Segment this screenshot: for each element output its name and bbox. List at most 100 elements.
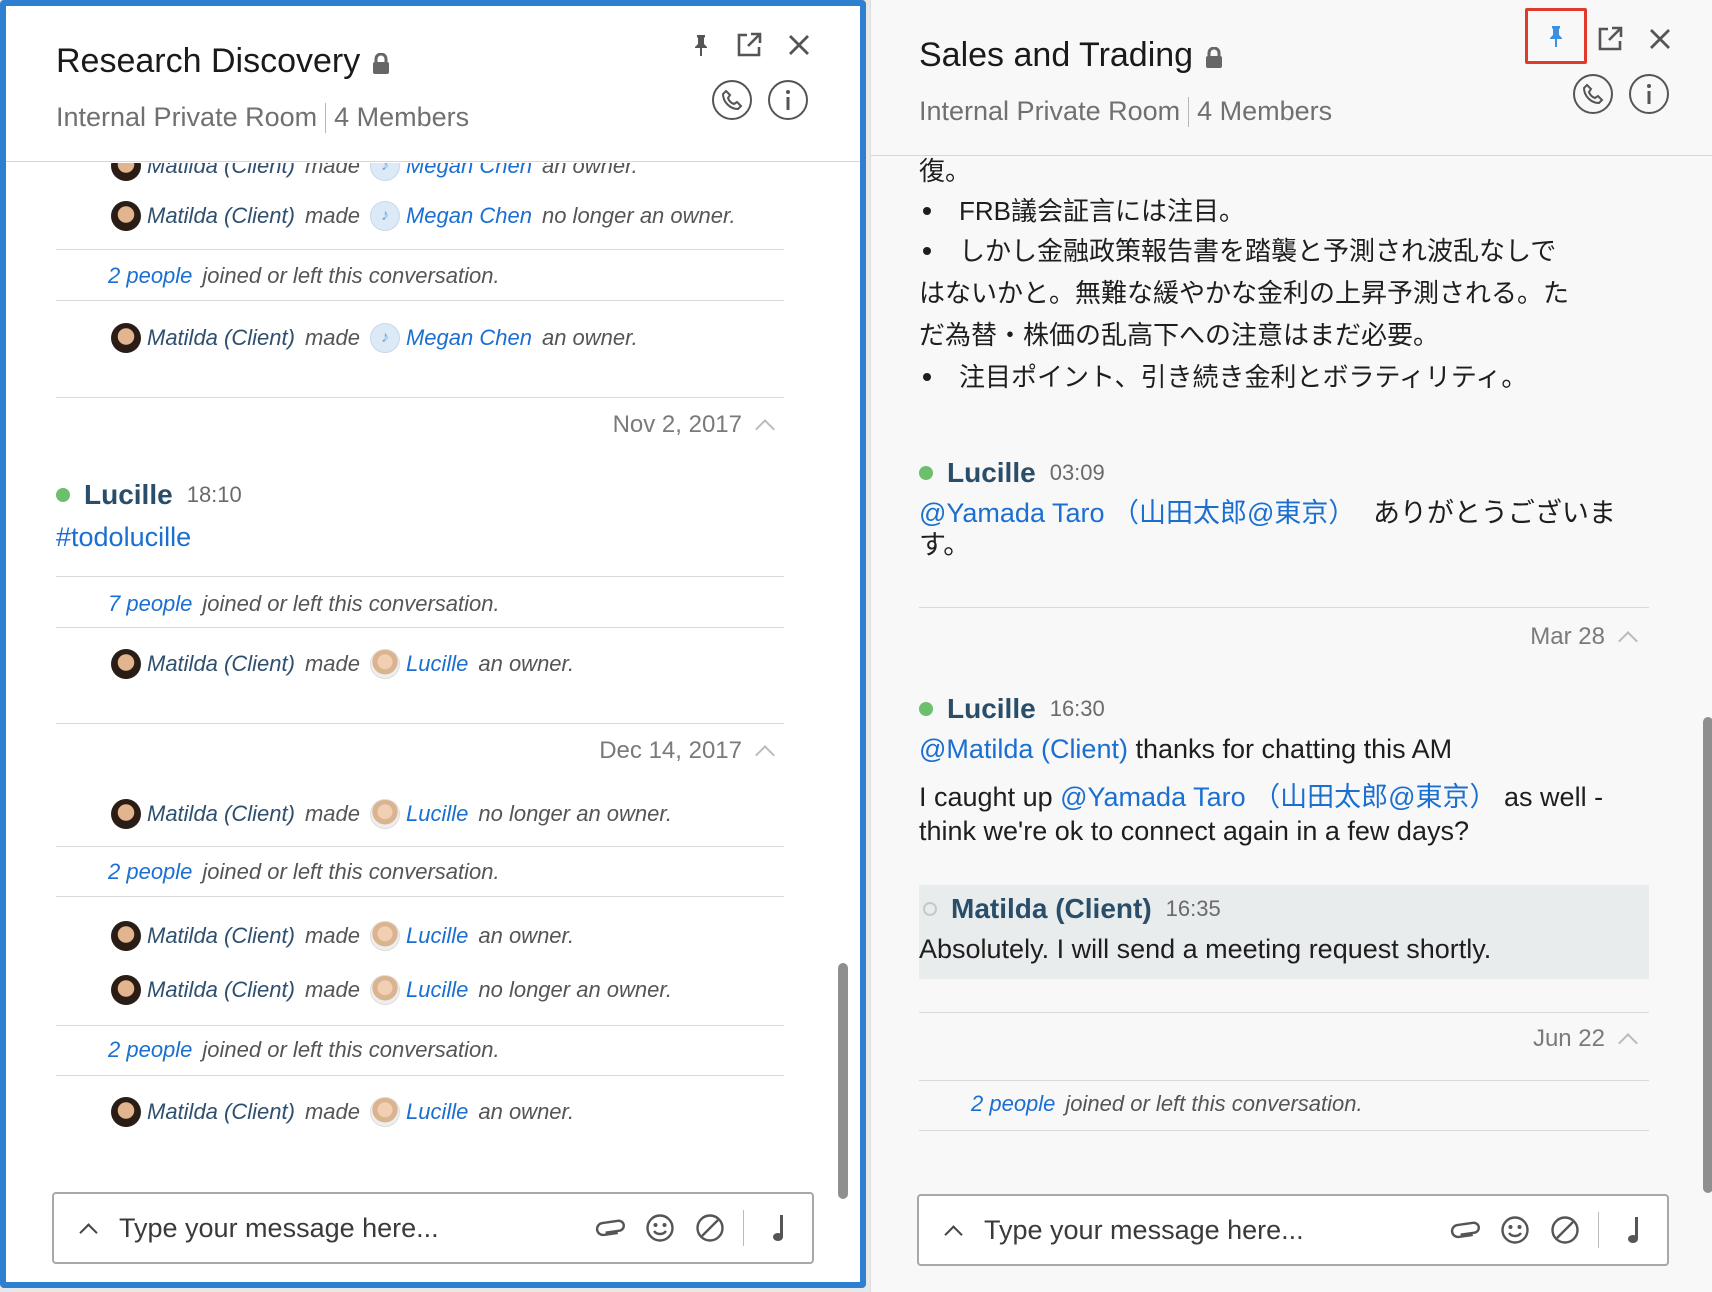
message-author[interactable]: Lucille <box>947 457 1036 489</box>
divider <box>919 1080 1649 1081</box>
chevron-up-icon <box>755 419 775 439</box>
user-link[interactable]: Lucille <box>406 1099 468 1125</box>
pin-button[interactable] <box>686 30 716 60</box>
attach-button[interactable] <box>593 1211 627 1245</box>
system-event-row: Matilda (Client) made Lucille an owner. <box>111 1095 784 1129</box>
chevron-up-icon[interactable] <box>79 1222 98 1242</box>
close-button[interactable] <box>1643 22 1677 56</box>
event-text: no longer an owner. <box>541 203 736 228</box>
call-button[interactable] <box>1573 74 1613 114</box>
avatar <box>111 799 141 829</box>
mention-link[interactable]: @Matilda (Client) <box>919 734 1128 764</box>
date-label: Nov 2, 2017 <box>612 411 742 438</box>
people-link[interactable]: 2 people <box>108 263 192 289</box>
hashtag-link[interactable]: #todolucille <box>56 522 191 552</box>
room-title-text: Research Discovery <box>56 42 361 80</box>
info-button[interactable] <box>768 80 808 120</box>
message-input[interactable] <box>119 1212 593 1244</box>
offline-status-dot <box>923 902 937 916</box>
scrollbar-thumb[interactable] <box>1703 717 1712 1193</box>
message-header: Matilda (Client) 16:35 <box>923 893 1221 925</box>
event-verb: made <box>304 801 360 826</box>
emoji-icon <box>646 1214 674 1242</box>
mention-link[interactable]: @Yamada Taro （山田太郎@東京） <box>1060 782 1496 812</box>
user-link[interactable]: Matilda (Client) <box>147 1099 295 1125</box>
user-link[interactable]: Matilda (Client) <box>147 923 295 949</box>
people-link[interactable]: 7 people <box>108 591 192 617</box>
people-link[interactable]: 2 people <box>971 1091 1055 1117</box>
pin-button[interactable] <box>1525 8 1587 64</box>
user-link[interactable]: Matilda (Client) <box>147 977 295 1003</box>
user-link[interactable]: Megan Chen <box>406 325 532 351</box>
attach-button[interactable] <box>1448 1213 1482 1247</box>
system-event-row: Matilda (Client) made Lucille no longer … <box>111 797 784 831</box>
chat-header: Research Discovery Internal Private Room… <box>6 6 860 162</box>
event-text: an owner. <box>478 1099 575 1124</box>
message-author[interactable]: Lucille <box>947 693 1036 725</box>
user-link[interactable]: Megan Chen <box>406 203 532 229</box>
user-link[interactable]: Matilda (Client) <box>147 325 295 351</box>
user-link[interactable]: Matilda (Client) <box>147 801 295 827</box>
message-body: @Yamada Taro （山田太郎@東京） ありがとうございま <box>919 495 1649 531</box>
bullet <box>923 373 931 382</box>
chevron-up-icon[interactable] <box>944 1224 963 1244</box>
message-time: 18:10 <box>186 482 242 507</box>
message-body: I caught up @Yamada Taro （山田太郎@東京） as we… <box>919 779 1649 815</box>
room-title: Sales and Trading <box>919 36 1223 75</box>
message-author[interactable]: Matilda (Client) <box>951 893 1152 925</box>
system-event-row: Matilda (Client) made ♪ Megan Chen no lo… <box>111 199 784 233</box>
bullet-text: しかし金融政策報告書を踏襲と予測され波乱なしで <box>959 236 1557 266</box>
block-button[interactable] <box>693 1211 727 1245</box>
chat-panel-research-discovery: Research Discovery Internal Private Room… <box>0 0 866 1288</box>
user-link[interactable]: Matilda (Client) <box>147 203 295 229</box>
user-link[interactable]: Lucille <box>406 977 468 1003</box>
phone-icon <box>721 89 743 111</box>
audio-button[interactable] <box>762 1211 796 1245</box>
user-link[interactable]: Matilda (Client) <box>147 163 295 179</box>
call-button[interactable] <box>712 80 752 120</box>
user-link[interactable]: Matilda (Client) <box>147 651 295 677</box>
date-separator[interactable]: Jun 22 <box>1533 1025 1638 1053</box>
date-separator[interactable]: Nov 2, 2017 <box>612 411 775 439</box>
members-count[interactable]: 4 Members <box>1197 96 1332 127</box>
chevron-up-icon <box>755 745 775 765</box>
message-text-line: 復。 <box>919 157 972 186</box>
members-count[interactable]: 4 Members <box>334 102 469 133</box>
audio-button[interactable] <box>1617 1213 1651 1247</box>
emoji-button[interactable] <box>643 1211 677 1245</box>
info-button[interactable] <box>1629 74 1669 114</box>
close-button[interactable] <box>782 28 816 62</box>
people-link[interactable]: 2 people <box>108 1037 192 1063</box>
event-text: joined or left this conversation. <box>202 263 500 288</box>
message-input[interactable] <box>984 1214 1448 1246</box>
chat-header: Sales and Trading Internal Private Room … <box>871 0 1712 156</box>
divider <box>56 576 784 577</box>
mention-link[interactable]: @Yamada Taro （山田太郎@東京） <box>919 498 1355 528</box>
avatar <box>111 975 141 1005</box>
divider <box>56 1075 784 1076</box>
membership-event-row: 2 people joined or left this conversatio… <box>108 855 784 889</box>
avatar <box>111 163 141 181</box>
user-link[interactable]: Lucille <box>406 801 468 827</box>
message-list[interactable]: 復。 FRB議会証言には注目。 しかし金融政策報告書を踏襲と予測され波乱なしで … <box>871 157 1712 1292</box>
user-link[interactable]: Lucille <box>406 923 468 949</box>
divider <box>56 249 784 250</box>
bullet-text: FRB議会証言には注目。 <box>959 196 1246 226</box>
popout-button[interactable] <box>1593 22 1627 56</box>
avatar <box>111 201 141 231</box>
user-link[interactable]: Megan Chen <box>406 163 532 179</box>
avatar <box>111 323 141 353</box>
date-separator[interactable]: Dec 14, 2017 <box>599 737 775 765</box>
block-button[interactable] <box>1548 1213 1582 1247</box>
emoji-button[interactable] <box>1498 1213 1532 1247</box>
date-separator[interactable]: Mar 28 <box>1530 623 1638 651</box>
people-link[interactable]: 2 people <box>108 859 192 885</box>
message-author[interactable]: Lucille <box>84 479 173 511</box>
user-link[interactable]: Lucille <box>406 651 468 677</box>
scrollbar-thumb[interactable] <box>838 963 848 1199</box>
room-type: Internal Private Room <box>919 96 1181 126</box>
paperclip-icon <box>1450 1221 1480 1239</box>
popout-button[interactable] <box>732 28 766 62</box>
room-title-text: Sales and Trading <box>919 36 1194 74</box>
message-list[interactable]: Matilda (Client) made ♪ Megan Chen an ow… <box>6 163 860 1282</box>
